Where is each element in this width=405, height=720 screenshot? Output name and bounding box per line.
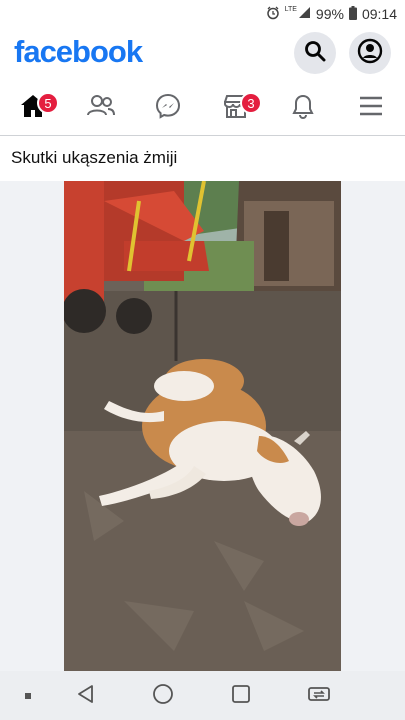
switch-app-icon: [307, 684, 331, 709]
back-icon: [76, 684, 96, 709]
search-button[interactable]: [294, 32, 336, 74]
home-notification-badge: 5: [37, 92, 59, 114]
recents-button[interactable]: [228, 683, 254, 709]
tab-friends[interactable]: [81, 88, 121, 128]
search-icon: [304, 40, 326, 67]
tab-bar: 5 3: [0, 80, 405, 136]
post-text: Skutki ukąszenia żmiji: [11, 148, 178, 167]
marketplace-notification-badge: 3: [240, 92, 262, 114]
cow-on-farmyard-image: [64, 181, 341, 671]
signal-icon: [298, 6, 311, 22]
messenger-icon: [154, 92, 182, 125]
tab-notifications[interactable]: [283, 88, 323, 128]
hamburger-menu-icon: [358, 95, 384, 122]
tab-menu[interactable]: [351, 88, 391, 128]
recents-icon: [231, 684, 251, 709]
system-navigation-bar: [0, 671, 405, 720]
battery-icon: [348, 5, 357, 23]
home-circle-icon: [152, 683, 174, 710]
profile-button[interactable]: [349, 32, 391, 74]
alarm-icon: [266, 6, 280, 23]
battery-percent: 99%: [315, 6, 344, 22]
bell-icon: [291, 93, 315, 124]
app-header: facebook: [0, 28, 405, 78]
home-button[interactable]: [150, 683, 176, 709]
back-button[interactable]: [73, 683, 99, 709]
profile-icon: [357, 38, 383, 69]
switch-app-button[interactable]: [306, 683, 332, 709]
tab-home[interactable]: 5: [13, 88, 59, 128]
post-photo[interactable]: [64, 181, 341, 671]
dot-button[interactable]: [15, 683, 41, 709]
friends-icon: [86, 93, 116, 124]
tab-marketplace[interactable]: 3: [216, 88, 262, 128]
clock: 09:14: [361, 6, 397, 22]
network-type: LTE: [284, 5, 297, 13]
tab-messenger[interactable]: [148, 88, 188, 128]
facebook-logo[interactable]: facebook: [14, 34, 143, 70]
status-bar: LTE 99% 09:14: [0, 0, 405, 28]
